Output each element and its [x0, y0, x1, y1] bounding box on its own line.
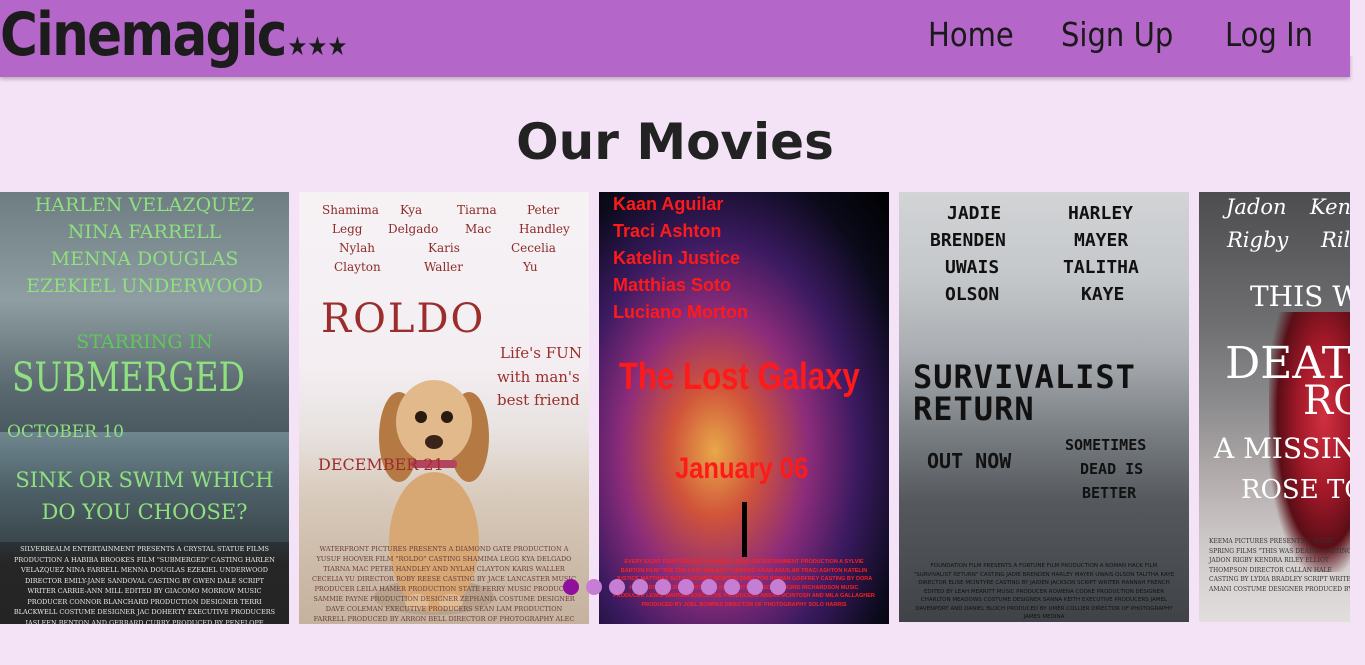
movie-poster-the-lost-galaxy[interactable]: Kaan Aguilar Traci Ashton Katelin Justic… — [599, 192, 889, 624]
poster-cast-name: Handley — [519, 222, 570, 236]
carousel-dot[interactable] — [563, 579, 579, 595]
poster-tagline: DEAD IS — [1080, 460, 1144, 478]
carousel-dot[interactable] — [770, 579, 786, 595]
poster-tagline: best friend — [497, 391, 580, 409]
poster-cast-name: KAYE — [1081, 284, 1125, 305]
poster-title: ROLDO — [321, 296, 486, 342]
poster-status: OUT NOW — [927, 449, 1012, 473]
carousel-dot[interactable] — [609, 579, 625, 595]
poster-tagline: SINK OR SWIM WHICH — [15, 468, 274, 492]
poster-cast-name: Mac — [465, 222, 492, 236]
poster-credits: WATERFRONT PICTURES PRESENTS A DIAMOND G… — [312, 545, 576, 623]
poster-cast-name: Tiarna — [457, 203, 497, 217]
carousel-dot[interactable] — [655, 579, 671, 595]
poster-cast-name: Waller — [424, 260, 463, 274]
poster-cast-name: HARLEN VELAZQUEZ — [34, 194, 255, 216]
movie-poster-survivalist-return[interactable]: JADIE BRENDEN UWAIS OLSON HARLEY MAYER T… — [899, 192, 1189, 622]
poster-cast-name: Kya — [400, 203, 423, 217]
page-title: Our Movies — [516, 113, 834, 171]
poster-cast-name: OLSON — [945, 284, 1000, 305]
poster-cast-name: TALITHA — [1063, 257, 1139, 278]
movie-poster-this-was-death[interactable]: Jadon Kend Rigby Rile THIS W DEAT RO A M… — [1199, 192, 1350, 622]
poster-cast-name: Cecelia — [511, 241, 556, 255]
poster-cast-name: JADIE — [947, 203, 1002, 224]
poster-cast-name: Jadon — [1226, 195, 1287, 219]
poster-title: RO — [1303, 378, 1350, 424]
poster-tagline: DO YOU CHOOSE? — [41, 500, 248, 524]
nav-login-link[interactable]: Log In — [1225, 14, 1313, 56]
poster-cast-name: Rile — [1321, 228, 1350, 252]
nav-signup-link[interactable]: Sign Up — [1061, 14, 1173, 56]
poster-cast-name: Delgado — [388, 222, 439, 236]
poster-tagline: BETTER — [1082, 484, 1137, 502]
carousel-dot[interactable] — [632, 579, 648, 595]
poster-tagline: with man's — [497, 368, 580, 386]
poster-cast-name: MENNA DOUGLAS — [50, 248, 239, 270]
nav-home-link[interactable]: Home — [928, 14, 1014, 56]
poster-cast-name: HARLEY — [1068, 203, 1134, 224]
poster-date: DECEMBER 21 — [318, 455, 444, 474]
poster-cast-name: Matthias Soto — [613, 275, 732, 295]
poster-cast-name: Kaan Aguilar — [613, 194, 724, 214]
carousel-dot[interactable] — [701, 579, 717, 595]
poster-date: OCTOBER 10 — [7, 422, 124, 442]
poster-cast-name: Karis — [428, 241, 460, 255]
poster-title: RETURN — [913, 390, 1035, 428]
carousel-dot[interactable] — [724, 579, 740, 595]
poster-cast-name: Yu — [523, 260, 538, 274]
logo-stars-icon: ★★★ — [287, 32, 348, 62]
poster-title: The Lost Galaxy — [619, 356, 860, 398]
poster-tagline: ROSE TOO — [1241, 475, 1350, 505]
poster-title: SUBMERGED — [12, 355, 245, 401]
poster-cast-name: Luciano Morton — [613, 302, 748, 322]
poster-starring-label: STARRING IN — [76, 331, 213, 353]
poster-cast-name: MAYER — [1074, 230, 1129, 251]
navbar: Cinemagic★★★ Home Sign Up Log In — [0, 0, 1350, 77]
poster-cast-name: Nylah — [339, 241, 375, 255]
poster-credits: FOUNDATION FILM PRESENTS A FORTUNE FILM … — [913, 563, 1175, 620]
poster-tagline: SOMETIMES — [1065, 436, 1147, 454]
silhouette-figure — [742, 502, 747, 557]
poster-cast-name: Rigby — [1227, 228, 1289, 252]
poster-cast-name: UWAIS — [945, 257, 1000, 278]
movie-poster-roldo[interactable]: Shamima Kya Tiarna Peter Legg Delgado Ma… — [299, 192, 589, 624]
carousel-dot[interactable] — [678, 579, 694, 595]
poster-credits: KEEMA PICTURES PRESENTS A MAGIC SPRING F… — [1209, 538, 1350, 593]
poster-cast-name: NINA FARRELL — [67, 221, 222, 243]
page-edge — [1350, 0, 1365, 56]
carousel-dot[interactable] — [747, 579, 763, 595]
poster-cast-name: Shamima — [322, 203, 379, 217]
poster-cast-name: Legg — [332, 222, 363, 236]
site-logo[interactable]: Cinemagic★★★ — [0, 0, 347, 86]
poster-tagline: A MISSING — [1214, 432, 1350, 465]
poster-date: January 06 — [675, 452, 809, 485]
poster-cast-name: Peter — [527, 203, 560, 217]
poster-tagline: Life's FUN — [500, 344, 582, 362]
poster-credits: EVERY EIGHT FILM PRESENTS A ANGEL WORK E… — [613, 559, 875, 608]
poster-cast-name: Katelin Justice — [613, 248, 741, 268]
poster-cast-name: Kend — [1310, 195, 1350, 219]
poster-cast-name: Traci Ashton — [613, 221, 722, 241]
poster-cast-name: Clayton — [334, 260, 381, 274]
carousel-dot[interactable] — [586, 579, 602, 595]
movie-poster-submerged[interactable]: HARLEN VELAZQUEZ NINA FARRELL MENNA DOUG… — [0, 192, 289, 624]
poster-cast-name: BRENDEN — [930, 230, 1006, 251]
logo-text: Cinemagic — [0, 0, 287, 70]
poster-credits: SILVERREALM ENTERTAINMENT PRESENTS A CRY… — [13, 545, 276, 624]
poster-title: THIS W — [1250, 280, 1350, 313]
poster-cast-name: EZEKIEL UNDERWOOD — [26, 275, 263, 297]
